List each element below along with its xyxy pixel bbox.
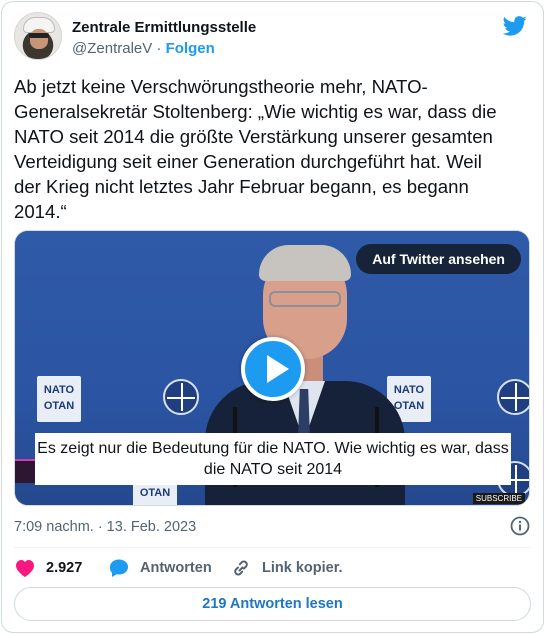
reply-label: Antworten [140, 560, 212, 576]
timestamp[interactable]: 7:09 nachm. · 13. Feb. 2023 [14, 517, 196, 537]
divider [14, 547, 531, 548]
read-replies-button[interactable]: 219 Antworten lesen [14, 587, 531, 621]
video-player[interactable]: NATO OTAN NATO OTAN Auf Twitter ansehen … [14, 230, 530, 506]
avatar[interactable] [14, 12, 62, 60]
reply-bubble-icon [110, 559, 128, 577]
avatar-face [30, 29, 48, 49]
speaker-glasses [269, 291, 341, 307]
speaker-hair [259, 245, 351, 281]
info-icon[interactable] [509, 515, 531, 537]
twitter-bird-icon[interactable] [503, 16, 527, 36]
tweet-header: Zentrale Ermittlungsstelle @ZentraleV · … [14, 12, 531, 64]
subscribe-badge: SUBSCRIBE [472, 493, 525, 504]
nato-star-icon [497, 379, 529, 415]
play-icon[interactable] [241, 337, 305, 401]
copy-link-button[interactable]: Link kopier. [230, 557, 343, 579]
separator: · [156, 40, 162, 57]
like-count: 2.927 [46, 560, 83, 576]
heart-icon [16, 560, 34, 577]
tweet-card: Zentrale Ermittlungsstelle @ZentraleV · … [1, 1, 544, 633]
handle-line: @ZentraleV · Folgen [72, 39, 256, 59]
follow-link[interactable]: Folgen [166, 40, 215, 57]
view-on-twitter-button[interactable]: Auf Twitter ansehen [356, 244, 521, 274]
handle[interactable]: @ZentraleV [72, 40, 152, 57]
author-block: Zentrale Ermittlungsstelle @ZentraleV · … [72, 18, 256, 59]
action-bar: 2.927 Antworten Link kopier. [14, 557, 534, 579]
like-button[interactable]: 2.927 [14, 557, 82, 579]
display-name[interactable]: Zentrale Ermittlungsstelle [72, 18, 256, 38]
nato-star-icon [163, 379, 199, 415]
tweet-text: Ab jetzt keine Verschwörungstheorie mehr… [14, 76, 497, 222]
watermark: clideo.com [397, 465, 512, 490]
nato-sign-left: NATO OTAN [37, 376, 81, 422]
link-icon [234, 560, 248, 576]
avatar-sunglasses [29, 33, 49, 38]
copy-link-label: Link kopier. [262, 560, 343, 576]
reply-button[interactable]: Antworten [108, 557, 212, 579]
